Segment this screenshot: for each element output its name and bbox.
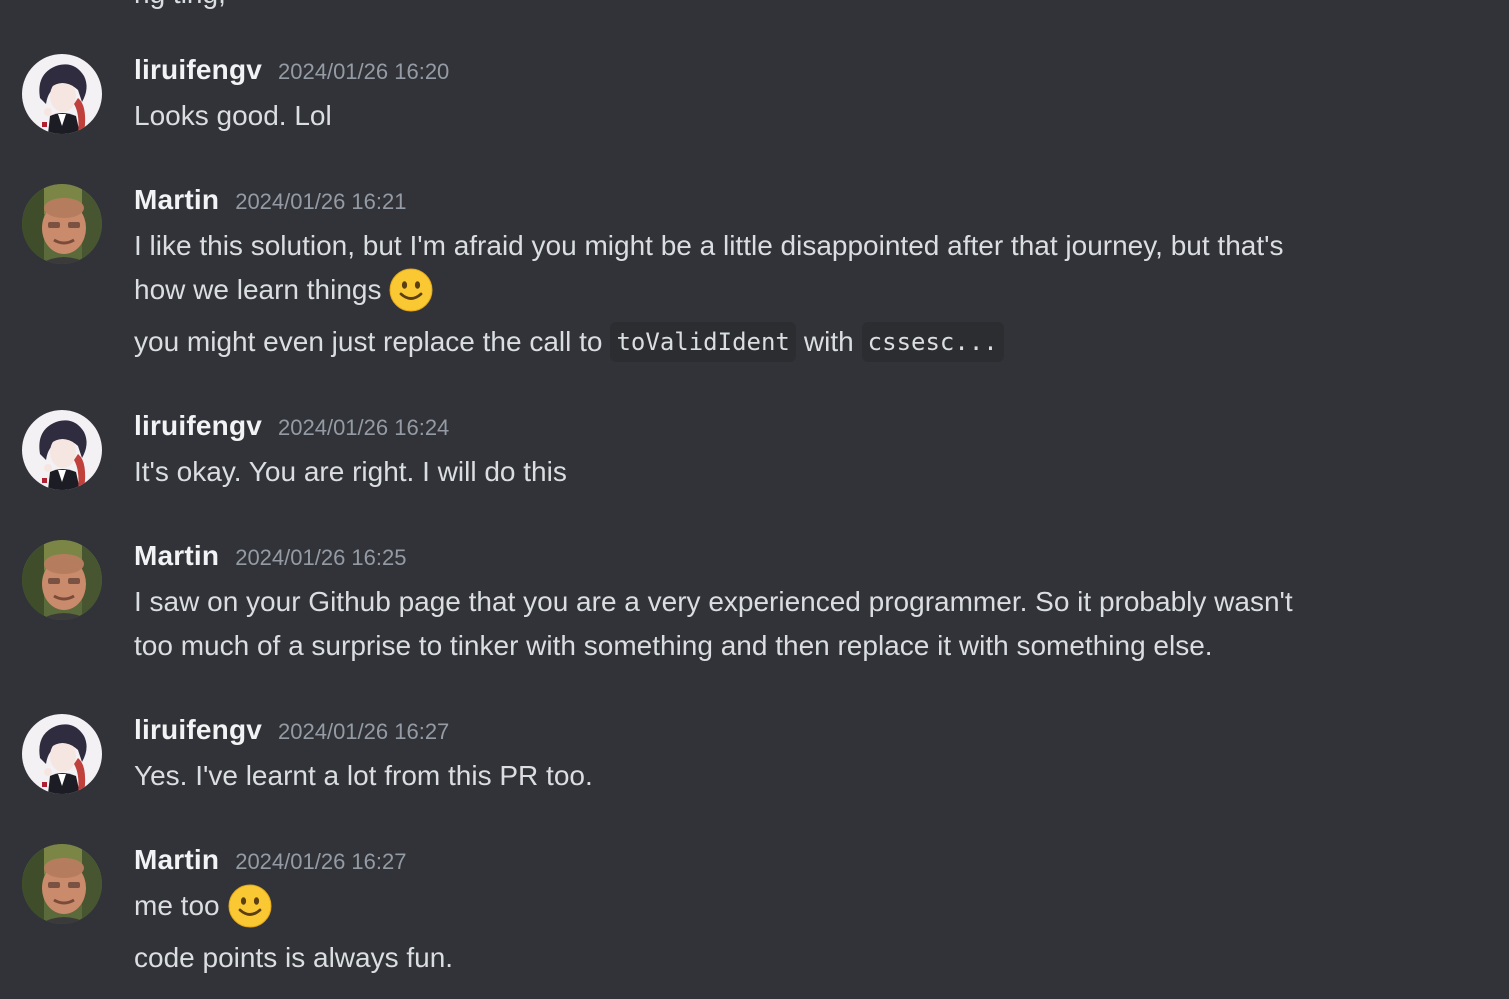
message-text-fragment: how we learn things — [134, 274, 382, 305]
chat-message-list: ng ting, liruifengv 2024/01/26 16:20 Loo… — [0, 0, 1509, 999]
message-text: It's okay. You are right. I will do this — [134, 456, 567, 487]
author-name[interactable]: liruifengv — [134, 410, 262, 442]
message-text: I saw on your Github page that you are a… — [134, 586, 1293, 617]
message-header: Martin 2024/01/26 16:27 — [134, 844, 406, 884]
photo-avatar-icon — [22, 844, 102, 924]
message-header: liruifengv 2024/01/26 16:20 — [134, 54, 449, 94]
author-name[interactable]: Martin — [134, 184, 219, 216]
message-text-fragment: with — [803, 326, 854, 357]
timestamp: 2024/01/26 16:21 — [235, 189, 407, 214]
author-name[interactable]: liruifengv — [134, 54, 262, 86]
author-name[interactable]: liruifengv — [134, 714, 262, 746]
avatar[interactable] — [22, 714, 102, 794]
message-header: Martin 2024/01/26 16:21 — [134, 184, 406, 224]
author-name[interactable]: Martin — [134, 540, 219, 572]
inline-code: toValidIdent — [610, 322, 796, 362]
slightly-smiling-face-icon[interactable] — [228, 884, 272, 928]
message-header: liruifengv 2024/01/26 16:27 — [134, 714, 449, 754]
timestamp: 2024/01/26 16:20 — [278, 59, 450, 84]
avatar[interactable] — [22, 410, 102, 490]
avatar[interactable] — [22, 184, 102, 264]
message-text: too much of a surprise to tinker with so… — [134, 630, 1213, 661]
message-text: Looks good. Lol — [134, 100, 332, 131]
message-text-with-emoji: how we learn things — [134, 268, 433, 312]
message-text-with-emoji: me too — [134, 884, 272, 928]
avatar[interactable] — [22, 540, 102, 620]
anime-avatar-icon — [22, 54, 102, 134]
timestamp: 2024/01/26 16:25 — [235, 545, 407, 570]
message-text: Yes. I've learnt a lot from this PR too. — [134, 760, 593, 791]
message-header: Martin 2024/01/26 16:25 — [134, 540, 406, 580]
photo-avatar-icon — [22, 540, 102, 620]
inline-code: cssesc... — [861, 322, 1004, 362]
photo-avatar-icon — [22, 184, 102, 264]
message-text-fragment: you might even just replace the call to — [134, 326, 603, 357]
avatar[interactable] — [22, 844, 102, 924]
message-text: code points is always fun. — [134, 942, 454, 973]
anime-avatar-icon — [22, 714, 102, 794]
anime-avatar-icon — [22, 410, 102, 490]
avatar[interactable] — [22, 54, 102, 134]
author-name[interactable]: Martin — [134, 844, 219, 876]
message-text: I like this solution, but I'm afraid you… — [134, 230, 1284, 261]
timestamp: 2024/01/26 16:24 — [278, 415, 450, 440]
cutoff-previous-message: ng ting, — [134, 0, 226, 10]
timestamp: 2024/01/26 16:27 — [235, 849, 407, 874]
message-text-fragment: me too — [134, 890, 220, 921]
message-header: liruifengv 2024/01/26 16:24 — [134, 410, 449, 450]
slightly-smiling-face-icon[interactable] — [389, 268, 433, 312]
timestamp: 2024/01/26 16:27 — [278, 719, 450, 744]
message-text-with-code: you might even just replace the call to … — [134, 320, 1012, 364]
